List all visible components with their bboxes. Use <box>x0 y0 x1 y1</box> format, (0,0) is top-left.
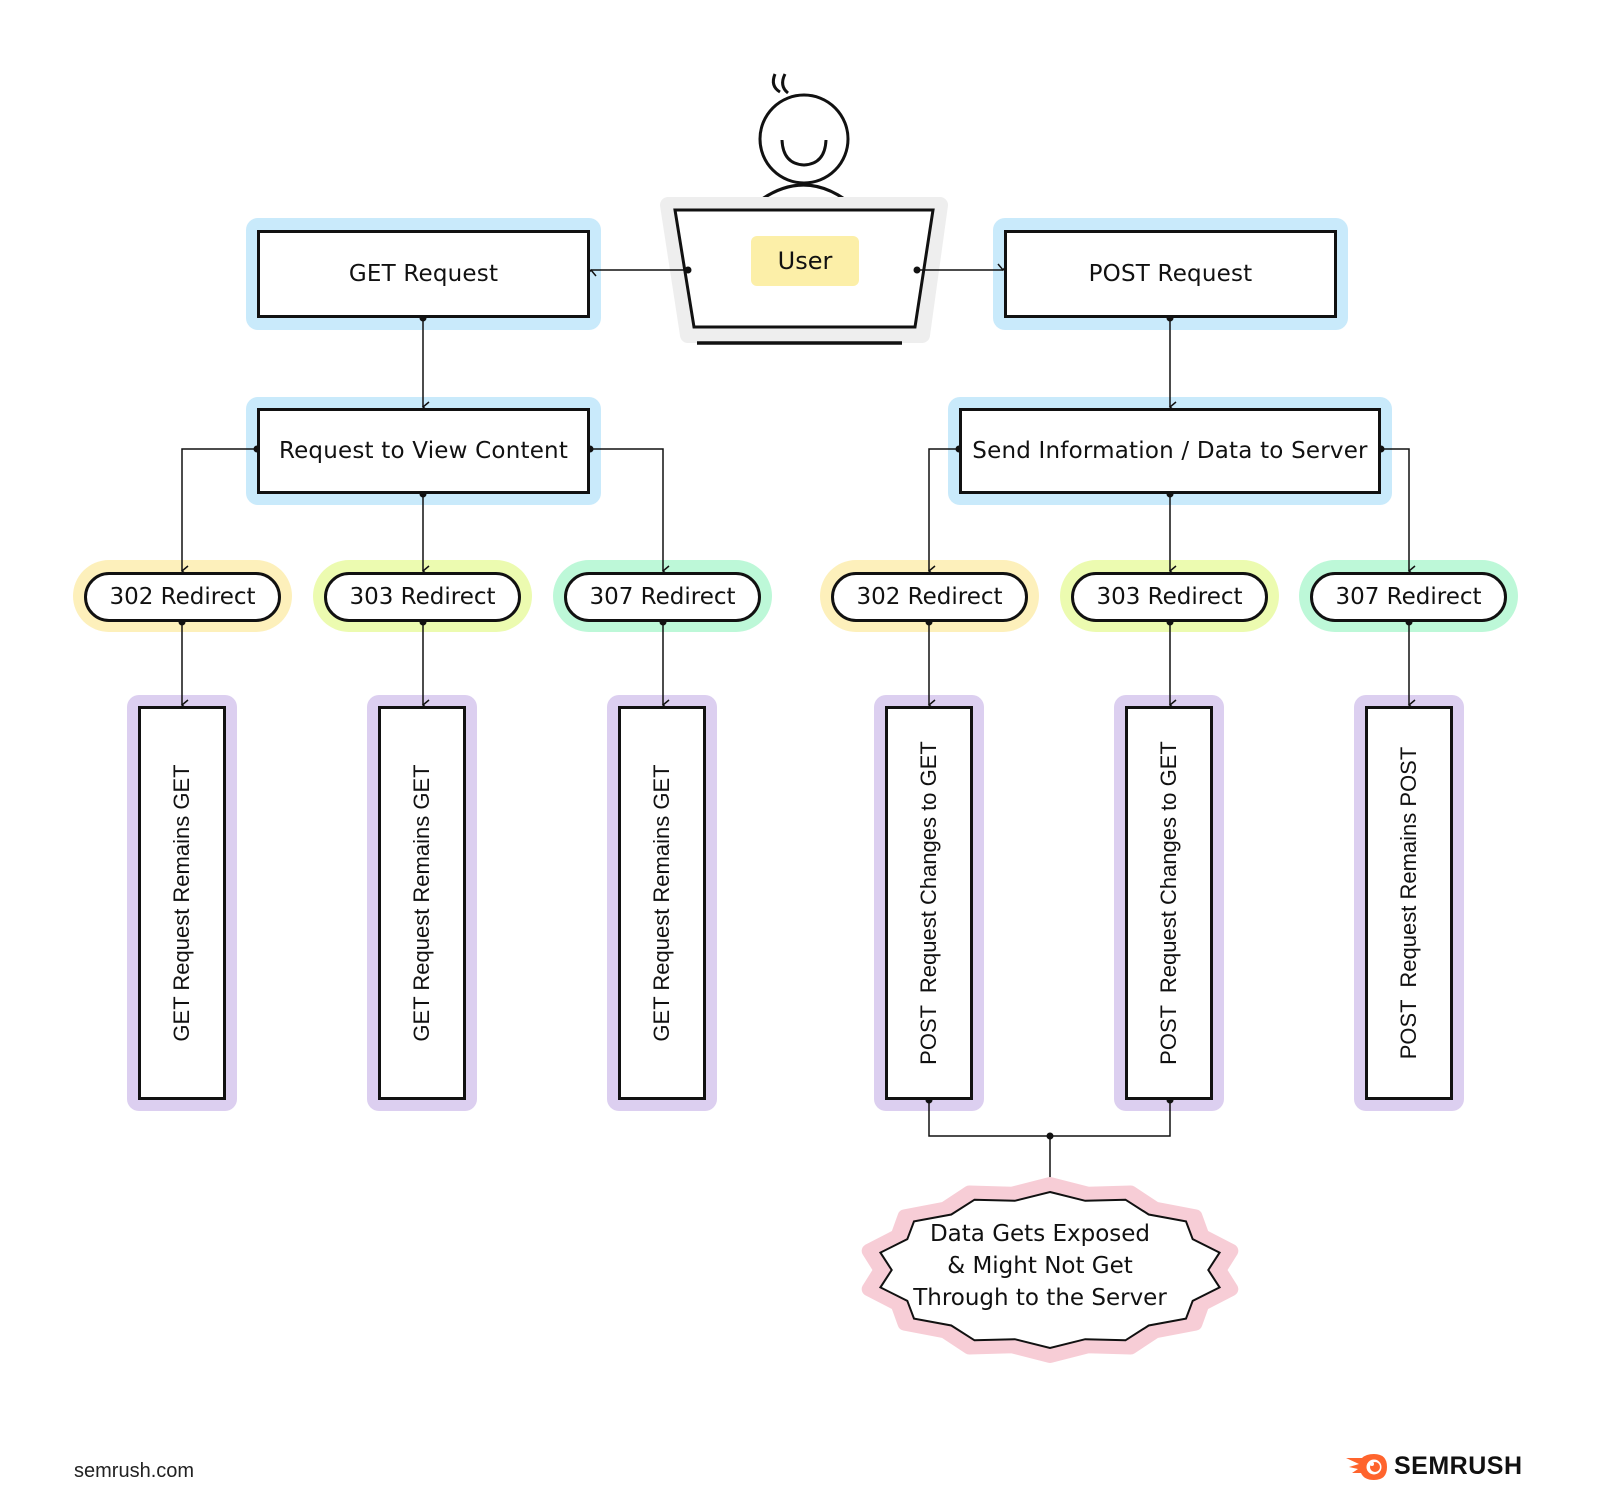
get-303-result: GET Request Remains GET <box>378 706 466 1100</box>
get-303-result-label: GET Request Remains GET <box>409 764 434 1042</box>
send-to-302-arrow <box>927 448 959 577</box>
post-307-result-label: POST Request Remains POST <box>1396 746 1421 1060</box>
outcome-line-3: Through to the Server <box>913 1285 1167 1311</box>
post-302-result-label: POST Request Changes to GET <box>916 741 941 1065</box>
post-303-result: POST Request Changes to GET <box>1125 706 1213 1100</box>
get-302-result-label: GET Request Remains GET <box>169 764 194 1042</box>
get-303-label: 303 Redirect <box>349 584 496 610</box>
get-request-label: GET Request <box>348 261 499 287</box>
connector-dot <box>1046 1132 1054 1140</box>
connector-dot <box>684 266 692 274</box>
post-request-label: POST Request <box>1088 261 1253 287</box>
get-302-label: 302 Redirect <box>109 584 256 610</box>
post-302-redirect: 302 Redirect <box>831 572 1028 622</box>
view-content-node: Request to View Content <box>257 408 590 494</box>
post-307-label: 307 Redirect <box>1335 584 1482 610</box>
get-request-node: GET Request <box>257 230 590 318</box>
get-303-redirect: 303 Redirect <box>324 572 521 622</box>
post-302-to-merge <box>928 1100 1171 1137</box>
view-to-302-arrow <box>180 448 257 577</box>
outcome-line-2: & Might Not Get <box>947 1253 1133 1279</box>
send-data-node: Send Information / Data to Server <box>959 408 1381 494</box>
post-302-label: 302 Redirect <box>856 584 1003 610</box>
send-to-307-arrow <box>1381 448 1416 577</box>
outcome-label: Data Gets Exposed & Might Not Get Throug… <box>890 1218 1190 1314</box>
post-307-redirect: 307 Redirect <box>1310 572 1507 622</box>
view-content-label: Request to View Content <box>278 438 569 464</box>
user-label: User <box>751 236 859 286</box>
post-303-label: 303 Redirect <box>1096 584 1243 610</box>
get-302-redirect: 302 Redirect <box>84 572 281 622</box>
get-307-result: GET Request Remains GET <box>618 706 706 1100</box>
get-307-label: 307 Redirect <box>589 584 736 610</box>
user-figure-icon <box>747 73 860 212</box>
view-to-307-arrow <box>590 448 670 577</box>
outcome-line-1: Data Gets Exposed <box>929 1221 1151 1247</box>
connector-dot <box>913 266 921 274</box>
get-307-result-label: GET Request Remains GET <box>649 764 674 1042</box>
post-303-result-label: POST Request Changes to GET <box>1156 741 1181 1065</box>
post-303-redirect: 303 Redirect <box>1071 572 1268 622</box>
send-data-label: Send Information / Data to Server <box>972 438 1368 464</box>
post-request-node: POST Request <box>1004 230 1337 318</box>
post-302-result: POST Request Changes to GET <box>885 706 973 1100</box>
get-307-redirect: 307 Redirect <box>564 572 761 622</box>
post-307-result: POST Request Remains POST <box>1365 706 1453 1100</box>
connector-layer <box>178 73 1416 1363</box>
get-302-result: GET Request Remains GET <box>138 706 226 1100</box>
